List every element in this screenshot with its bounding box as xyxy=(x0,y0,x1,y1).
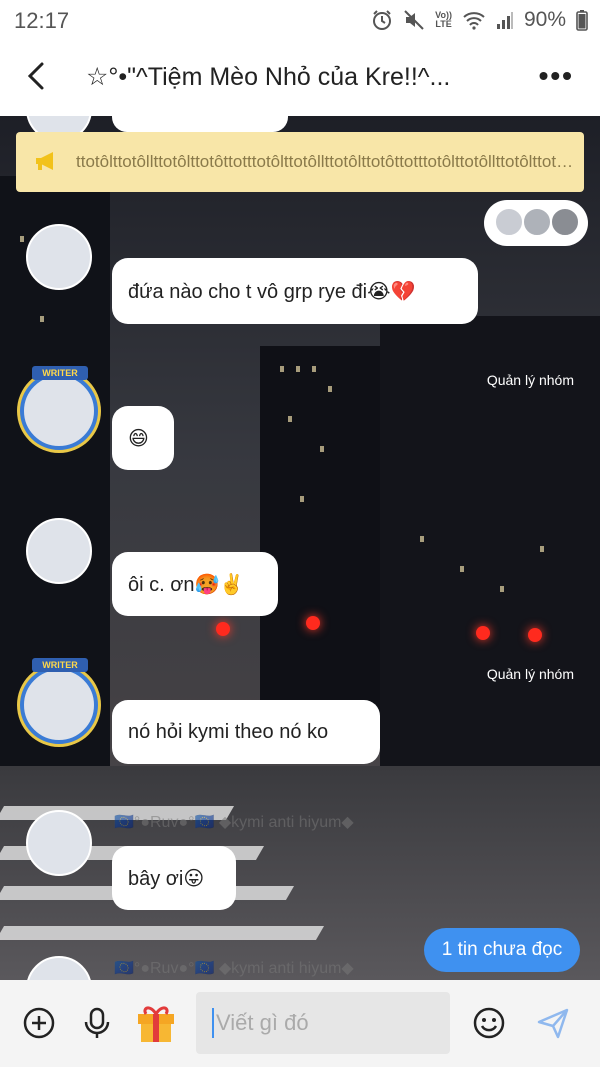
traffic-light xyxy=(476,626,490,640)
volte-icon: Vo)) LTE xyxy=(435,10,452,29)
status-bar: 12:17 Vo)) LTE 90% xyxy=(0,0,600,40)
announcement-text: ttotôlttotôllttotôlttotôttotttotôlttotôl… xyxy=(76,152,576,171)
message-text: ôi c. ơn🥵✌️ xyxy=(128,573,245,596)
role-label: Quản lý nhóm xyxy=(486,372,574,388)
text-cursor xyxy=(212,1008,214,1038)
status-icons: Vo)) LTE 90% xyxy=(371,8,588,32)
user-avatar[interactable] xyxy=(26,810,92,876)
user-avatar[interactable] xyxy=(26,224,92,290)
message-text: nó hỏi kymi theo nó ko xyxy=(128,720,329,743)
wifi-icon xyxy=(463,12,485,30)
seen-avatar xyxy=(550,207,580,237)
message-bubble[interactable]: đứa nào cho t vô grp rye đi😭💔 xyxy=(112,258,478,324)
background-window xyxy=(288,416,292,422)
signal-icon xyxy=(496,12,513,29)
battery-level: 90% xyxy=(523,8,566,31)
input-placeholder: Viết gì đó xyxy=(216,1010,309,1035)
user-avatar[interactable] xyxy=(26,518,92,584)
unread-messages-button[interactable]: 1 tin chưa đọc xyxy=(424,928,580,972)
microphone-icon[interactable] xyxy=(80,1006,114,1040)
user-avatar-framed[interactable] xyxy=(20,666,98,744)
message-text: 😄 xyxy=(128,427,149,450)
alarm-icon xyxy=(373,10,392,30)
traffic-light xyxy=(528,628,542,642)
traffic-light xyxy=(216,622,230,636)
gift-icon[interactable] xyxy=(134,1000,178,1044)
status-time: 12:17 xyxy=(14,8,70,33)
add-icon[interactable] xyxy=(22,1006,56,1040)
message-input-bar: Viết gì đó xyxy=(0,980,600,1067)
background-window xyxy=(460,566,464,572)
chat-title[interactable]: ☆°•"^Tiệm Mèo Nhỏ của Kre!!^... xyxy=(86,62,526,92)
sender-name: 🇪🇺°●Ruv●°🇪🇺 ◆kymi anti hiyum◆ xyxy=(114,814,354,831)
message-bubble[interactable]: ôi c. ơn🥵✌️ xyxy=(112,552,278,616)
background-window xyxy=(20,236,24,242)
traffic-light xyxy=(306,616,320,630)
writer-badge: WRITER xyxy=(32,658,88,672)
message-input[interactable]: Viết gì đó xyxy=(196,992,450,1054)
message-text: đứa nào cho t vô grp rye đi😭💔 xyxy=(128,280,416,303)
mute-icon xyxy=(404,10,424,30)
send-icon[interactable] xyxy=(536,1006,570,1040)
background-window xyxy=(420,536,424,542)
writer-badge: WRITER xyxy=(32,366,88,380)
chat-header: ☆°•"^Tiệm Mèo Nhỏ của Kre!!^... ••• xyxy=(0,40,600,116)
back-arrow-icon[interactable] xyxy=(22,58,52,94)
battery-icon xyxy=(576,10,588,31)
seen-avatar xyxy=(494,207,524,237)
background-building xyxy=(260,346,380,746)
seen-by-avatars[interactable] xyxy=(484,200,588,246)
chat-area[interactable]: ttotôlttotôllttotôlttotôttotttotôlttotôl… xyxy=(0,116,600,980)
background-window xyxy=(328,386,332,392)
message-bubble[interactable]: 😄 xyxy=(112,406,174,470)
message-bubble[interactable]: bây ơi😛 xyxy=(112,846,236,910)
background-window xyxy=(312,366,316,372)
background-window xyxy=(296,366,300,372)
background-window xyxy=(500,586,504,592)
background-window xyxy=(280,366,284,372)
background-window xyxy=(540,546,544,552)
more-options-icon[interactable]: ••• xyxy=(539,60,574,92)
megaphone-icon xyxy=(36,152,53,170)
background-window xyxy=(40,316,44,322)
message-text: bây ơi😛 xyxy=(128,867,205,890)
background-window xyxy=(300,496,304,502)
role-label: Quản lý nhóm xyxy=(486,666,574,682)
partial-message-bubble[interactable] xyxy=(112,116,288,132)
background-window xyxy=(320,446,324,452)
background-building xyxy=(380,316,600,796)
message-bubble[interactable]: nó hỏi kymi theo nó ko xyxy=(112,700,380,764)
sender-name: 🇪🇺°●Ruv●°🇪🇺 ◆kymi anti hiyum◆ xyxy=(114,960,354,977)
emoji-icon[interactable] xyxy=(472,1006,506,1040)
crosswalk-stripe xyxy=(0,926,325,940)
seen-avatar xyxy=(522,207,552,237)
user-avatar-framed[interactable] xyxy=(20,372,98,450)
announcement-banner[interactable]: ttotôlttotôllttotôlttotôttotttotôlttotôl… xyxy=(16,132,584,192)
